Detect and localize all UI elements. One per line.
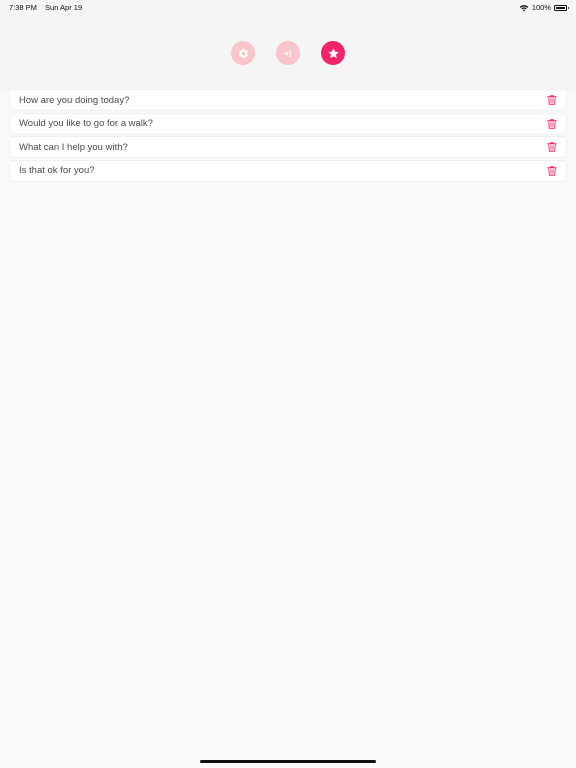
list-item[interactable]: How are you doing today? (9, 89, 567, 111)
status-bar: 7:38 PM Sun Apr 19 100% (0, 0, 576, 14)
status-right: 100% (519, 3, 569, 12)
list-item-label: What can I help you with? (19, 141, 128, 153)
star-icon (327, 47, 339, 58)
trash-icon[interactable] (546, 141, 558, 153)
battery-icon (554, 4, 569, 11)
status-date: Sun Apr 19 (45, 3, 83, 12)
speak-icon (283, 49, 291, 57)
list-item-label: Would you like to go for a walk? (19, 118, 153, 129)
list-item-label: How are you doing today? (19, 94, 130, 106)
wifi-icon (519, 4, 529, 11)
list-item[interactable]: Is that ok for you? (9, 159, 567, 182)
favorites-button[interactable] (321, 41, 345, 65)
settings-button[interactable] (231, 41, 255, 65)
home-indicator[interactable] (200, 760, 376, 763)
status-left: 7:38 PM Sun Apr 19 (9, 3, 82, 12)
trash-icon[interactable] (546, 118, 558, 130)
trash-icon[interactable] (546, 94, 558, 106)
trash-icon[interactable] (546, 165, 558, 177)
toolbar (0, 41, 576, 65)
list-item[interactable]: What can I help you with? (9, 136, 567, 158)
battery-percent: 100% (531, 3, 551, 12)
favorites-list: How are you doing today? Would you like … (9, 89, 567, 183)
list-item[interactable]: Would you like to go for a walk? (9, 112, 567, 135)
speak-button[interactable] (276, 41, 300, 65)
gear-icon (238, 48, 248, 58)
battery-fill (556, 6, 565, 9)
list-item-label: Is that ok for you? (19, 165, 95, 176)
status-time: 7:38 PM (9, 3, 37, 12)
